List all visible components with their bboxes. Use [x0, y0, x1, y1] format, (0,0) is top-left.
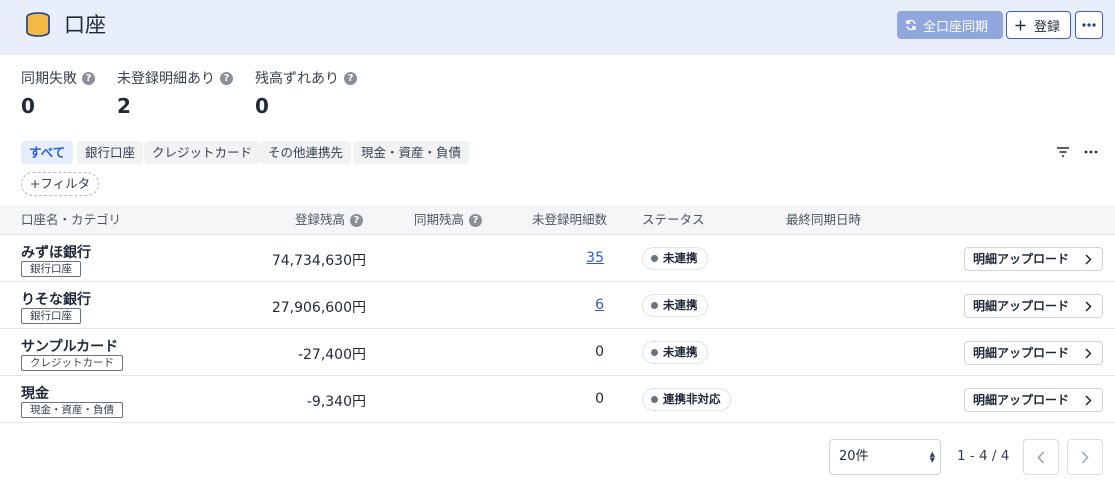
status-label: 未連携	[663, 298, 698, 312]
upload-statement-button[interactable]: 明細アップロード	[964, 341, 1103, 365]
column-account-name: 口座名・カテゴリ	[21, 212, 122, 227]
upload-label: 明細アップロード	[973, 346, 1070, 360]
column-status: ステータス	[642, 212, 705, 227]
chevron-right-icon	[1081, 450, 1089, 464]
registered-balance: -9,340円	[306, 394, 366, 410]
filter-icon[interactable]	[1056, 146, 1070, 158]
stat-label: 残高ずれあり	[255, 71, 339, 87]
register-button[interactable]: 登録	[1006, 11, 1071, 39]
table-row[interactable]: サンプルカード クレジットカード -27,400円 0 未連携 明細アップロード	[0, 329, 1115, 376]
filter-chip-bank[interactable]: 銀行口座	[77, 141, 144, 164]
status-badge: 連携非対応	[642, 388, 731, 411]
chevron-right-icon	[1085, 348, 1092, 359]
chevron-right-icon	[1085, 254, 1092, 265]
next-page-button[interactable]	[1067, 439, 1103, 475]
upload-label: 明細アップロード	[973, 393, 1070, 407]
status-dot	[651, 255, 658, 262]
registered-balance: 27,906,600円	[271, 300, 366, 316]
chevron-right-icon	[1085, 395, 1092, 406]
more-horizontal-icon[interactable]	[1083, 146, 1099, 158]
chevron-left-icon	[1037, 450, 1045, 464]
registered-balance: 74,734,630円	[271, 253, 366, 269]
category-badge: クレジットカード	[21, 355, 123, 371]
table-row[interactable]: りそな銀行 銀行口座 27,906,600円 6 未連携 明細アップロード	[0, 282, 1115, 329]
unregistered-count-link[interactable]: 6	[595, 297, 604, 313]
status-badge: 未連携	[642, 341, 708, 364]
status-label: 未連携	[663, 345, 698, 359]
filter-chip-all[interactable]: すべて	[21, 141, 74, 164]
account-name[interactable]: サンプルカード	[21, 336, 118, 356]
page-header: 口座 全口座同期 登録	[0, 0, 1115, 55]
account-name[interactable]: 現金	[21, 383, 49, 403]
upload-statement-button[interactable]: 明細アップロード	[964, 294, 1103, 318]
stat-sync-failed: 同期失敗 ? 0	[21, 69, 95, 117]
chevron-right-icon	[1085, 301, 1092, 312]
per-page-value: 20件	[839, 449, 869, 464]
status-dot	[651, 349, 658, 356]
unregistered-count-link[interactable]: 35	[586, 250, 604, 266]
status-label: 未連携	[663, 251, 698, 265]
sync-icon	[906, 19, 916, 31]
status-label: 連携非対応	[663, 392, 721, 406]
category-badge: 銀行口座	[21, 261, 81, 277]
category-badge: 現金・資産・負債	[21, 402, 123, 418]
upload-label: 明細アップロード	[973, 252, 1070, 266]
per-page-select[interactable]: 20件 ▲ ▼	[829, 439, 941, 475]
stat-value: 0	[21, 94, 35, 118]
add-filter-button[interactable]: +フィルタ	[21, 172, 99, 196]
table-row[interactable]: 現金 現金・資産・負債 -9,340円 0 連携非対応 明細アップロード	[0, 376, 1115, 423]
stat-value: 0	[255, 94, 269, 118]
help-icon[interactable]: ?	[220, 71, 233, 85]
registered-balance: -27,400円	[297, 347, 366, 363]
plus-icon	[1015, 20, 1026, 30]
column-unregistered-count: 未登録明細数	[532, 212, 608, 227]
status-badge: 未連携	[642, 247, 708, 270]
status-dot	[651, 302, 658, 309]
page-title: 口座	[64, 13, 106, 37]
stat-unregistered: 未登録明細あり ? 2	[117, 69, 233, 117]
upload-label: 明細アップロード	[973, 299, 1070, 313]
account-name[interactable]: みずほ銀行	[21, 242, 91, 262]
upload-statement-button[interactable]: 明細アップロード	[964, 247, 1103, 271]
help-icon[interactable]: ?	[469, 213, 483, 227]
help-icon[interactable]: ?	[350, 213, 364, 227]
table-header: 口座名・カテゴリ 登録残高 ? 同期残高 ? 未登録明細数 ステータス 最終同期…	[0, 205, 1115, 235]
table-row[interactable]: みずほ銀行 銀行口座 74,734,630円 35 未連携 明細アップロード	[0, 235, 1115, 282]
filter-chip-other[interactable]: その他連携先	[260, 141, 352, 164]
unregistered-count: 0	[595, 391, 604, 407]
column-label: 登録残高	[295, 212, 346, 227]
register-label: 登録	[1034, 19, 1061, 35]
sync-all-label: 全口座同期	[923, 19, 989, 35]
more-options-button[interactable]	[1075, 11, 1103, 39]
stat-label: 未登録明細あり	[117, 71, 215, 87]
database-icon	[26, 12, 50, 37]
previous-page-button[interactable]	[1023, 439, 1059, 475]
filter-chip-cash-assets[interactable]: 現金・資産・負債	[353, 141, 470, 164]
column-registered-balance: 登録残高 ?	[295, 205, 364, 235]
more-horizontal-icon	[1082, 23, 1096, 27]
sync-all-button[interactable]: 全口座同期	[897, 11, 1003, 39]
status-dot	[651, 396, 658, 403]
filter-chip-credit-card[interactable]: クレジットカード	[144, 141, 261, 164]
help-icon[interactable]: ?	[344, 71, 357, 85]
status-badge: 未連携	[642, 294, 708, 317]
stat-balance-mismatch: 残高ずれあり ? 0	[255, 69, 357, 117]
column-label: 同期残高	[414, 212, 465, 227]
column-last-sync: 最終同期日時	[786, 212, 862, 227]
stat-label: 同期失敗	[21, 71, 77, 87]
upload-statement-button[interactable]: 明細アップロード	[964, 388, 1103, 412]
unregistered-count: 0	[595, 344, 604, 360]
stat-value: 2	[117, 94, 131, 118]
select-caret-icon: ▲ ▼	[929, 450, 935, 464]
pagination-range: 1 - 4 / 4	[957, 448, 1010, 464]
account-name[interactable]: りそな銀行	[21, 289, 91, 309]
column-sync-balance: 同期残高 ?	[414, 205, 483, 235]
help-icon[interactable]: ?	[82, 71, 95, 85]
category-badge: 銀行口座	[21, 308, 81, 324]
